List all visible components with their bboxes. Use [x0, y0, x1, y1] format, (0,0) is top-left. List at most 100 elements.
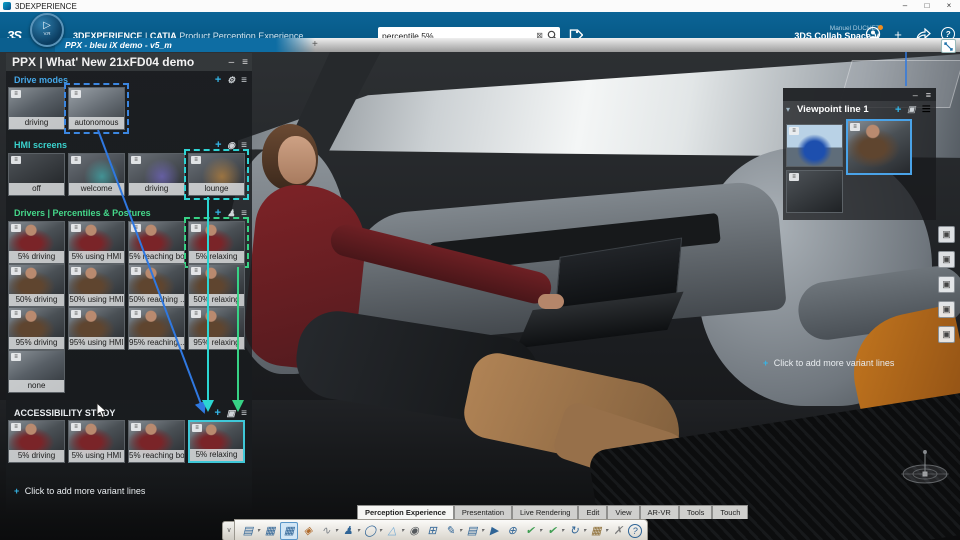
tab-active-document[interactable]: PPX - bleu iX demo - v5_m: [55, 38, 315, 52]
dropdown-caret-icon[interactable]: ▾: [459, 527, 462, 534]
hmi-globe-icon[interactable]: ◉: [227, 139, 235, 152]
add-viewpoint-icon[interactable]: +: [895, 104, 901, 116]
panel-menu-icon[interactable]: ≡: [242, 57, 248, 68]
thumb-handle-icon[interactable]: ≡: [131, 224, 141, 232]
fullscreen-toggle-icon[interactable]: [941, 39, 956, 53]
viewpoint-thumb-driver[interactable]: ≡: [786, 170, 843, 213]
maximize-button[interactable]: □: [916, 0, 938, 12]
tab-ar-vr[interactable]: AR-VR: [639, 505, 679, 519]
camera-icon[interactable]: ▣: [907, 104, 916, 115]
accessibility-menu-icon[interactable]: ≡: [241, 407, 247, 420]
variant-thumb-5-driving[interactable]: ≡ 5% driving: [8, 221, 65, 264]
toolbar-checklist-a[interactable]: ✔ ▾: [522, 523, 543, 539]
dropdown-caret-icon[interactable]: ▾: [335, 527, 338, 534]
thumb-handle-icon[interactable]: ≡: [11, 423, 21, 431]
viewpoint-thumb-interior-selected[interactable]: ≡: [846, 119, 912, 175]
variant-thumb-5-relaxing-selected[interactable]: ≡ 5% relaxing: [184, 217, 249, 268]
variant-thumb-5-using-hmi[interactable]: ≡ 5% using HMI: [68, 221, 125, 264]
toolbar-annotate-pen[interactable]: ✎ ▾: [442, 523, 462, 539]
access-thumb-5-relaxing-selected[interactable]: ≡ 5% relaxing: [188, 420, 245, 463]
toolbar-target-pointer[interactable]: ⊕: [504, 523, 520, 539]
variant-thumb-off[interactable]: ≡ off: [8, 153, 65, 196]
variant-thumb-50-driving[interactable]: ≡ 50% driving: [8, 264, 65, 307]
thumb-handle-icon[interactable]: ≡: [11, 267, 21, 275]
variant-thumb-50-reaching[interactable]: ≡ 50% reaching ...: [128, 264, 185, 307]
toolbar-environment[interactable]: ◯ ▾: [362, 523, 382, 539]
viewport-preset-5[interactable]: ▣: [938, 326, 955, 343]
thumb-handle-icon[interactable]: ≡: [192, 424, 202, 432]
thumb-handle-icon[interactable]: ≡: [71, 267, 81, 275]
tab-perception-experience[interactable]: Perception Experience: [357, 505, 454, 519]
tab-touch[interactable]: Touch: [712, 505, 749, 519]
dropdown-caret-icon[interactable]: ▾: [401, 527, 404, 534]
add-hmi-screen-icon[interactable]: +: [215, 139, 221, 152]
dropdown-caret-icon[interactable]: ▾: [561, 527, 564, 534]
add-driver-icon[interactable]: +: [215, 207, 221, 220]
thumb-handle-icon[interactable]: ≡: [11, 310, 21, 318]
thumb-handle-icon[interactable]: ≡: [71, 310, 81, 318]
add-drive-mode-icon[interactable]: +: [215, 74, 221, 87]
variant-thumb-driving-hmi[interactable]: ≡ driving: [128, 153, 185, 196]
access-thumb-5-using-hmi[interactable]: ≡ 5% using HMI: [68, 420, 125, 463]
close-button[interactable]: ×: [938, 0, 960, 12]
toolbar-storyboard[interactable]: ▤ ▾: [464, 523, 484, 539]
thumb-handle-icon[interactable]: ≡: [71, 156, 81, 164]
toolbar-no-tool[interactable]: ✗: [610, 523, 626, 539]
tab-view[interactable]: View: [607, 505, 640, 519]
robot-navigation-gizmo[interactable]: [893, 448, 957, 496]
thumb-handle-icon[interactable]: ≡: [191, 156, 201, 164]
access-thumb-5-reaching-box[interactable]: ≡ 5% reaching box: [128, 420, 185, 463]
toolbar-section-view[interactable]: △ ▾: [384, 523, 404, 539]
toolbar-posture-play[interactable]: ▶: [486, 523, 502, 539]
thumb-handle-icon[interactable]: ≡: [11, 156, 21, 164]
thumb-handle-icon[interactable]: ≡: [789, 173, 799, 181]
tab-edit[interactable]: Edit: [578, 505, 608, 519]
dropdown-caret-icon[interactable]: ▾: [583, 527, 586, 534]
add-variant-line-right[interactable]: + Click to add more variant lines: [763, 358, 894, 368]
toolbar-grid-view[interactable]: ▦: [280, 521, 299, 540]
toolbar-turntable[interactable]: ◉: [406, 523, 422, 539]
thumb-handle-icon[interactable]: ≡: [131, 310, 141, 318]
toolbar-media-frames[interactable]: ▦ ▾: [588, 523, 608, 539]
snapshot-icon[interactable]: ▣: [227, 407, 236, 420]
thumb-handle-icon[interactable]: ≡: [191, 224, 201, 232]
dropdown-caret-icon[interactable]: ▾: [539, 527, 542, 534]
add-variant-line-left[interactable]: + Click to add more variant lines: [14, 486, 145, 496]
variant-thumb-95-driving[interactable]: ≡ 95% driving: [8, 307, 65, 350]
toolbar-product-structure[interactable]: ◈: [300, 523, 316, 539]
thumb-handle-icon[interactable]: ≡: [131, 156, 141, 164]
viewport-preset-3[interactable]: ▣: [938, 276, 955, 293]
panel-minimize-icon[interactable]: –: [229, 57, 235, 68]
viewport-preset-2[interactable]: ▣: [938, 251, 955, 268]
viewpoint-thumb-exterior-car[interactable]: ≡: [786, 124, 843, 167]
variant-thumb-lounge-selected[interactable]: ≡ lounge: [184, 149, 249, 200]
manikin-icon[interactable]: ♟: [227, 207, 235, 220]
viewpoint-menu-icon[interactable]: ≡: [922, 101, 931, 119]
toolbar-variant-manager[interactable]: ▤ ▾: [240, 523, 260, 539]
tab-presentation[interactable]: Presentation: [453, 505, 512, 519]
drivers-menu-icon[interactable]: ≡: [241, 207, 247, 220]
drive-tools-icon[interactable]: ⚙: [227, 74, 235, 87]
toolbar-add-document[interactable]: ⊞: [424, 523, 440, 539]
thumb-handle-icon[interactable]: ≡: [850, 123, 860, 131]
dropdown-caret-icon[interactable]: ▾: [257, 527, 260, 534]
toolbar-single-view[interactable]: ▦: [262, 523, 278, 539]
thumb-handle-icon[interactable]: ≡: [191, 310, 201, 318]
thumb-handle-icon[interactable]: ≡: [11, 224, 21, 232]
dropdown-caret-icon[interactable]: ▾: [481, 527, 484, 534]
hmi-menu-icon[interactable]: ≡: [241, 139, 247, 152]
thumb-handle-icon[interactable]: ≡: [11, 90, 21, 98]
viewport-preset-1[interactable]: ▣: [938, 226, 955, 243]
variant-thumb-50-using-hmi[interactable]: ≡ 50% using HMI: [68, 264, 125, 307]
variant-thumb-welcome[interactable]: ≡ welcome: [68, 153, 125, 196]
thumb-handle-icon[interactable]: ≡: [71, 224, 81, 232]
variant-thumb-autonomous-selected[interactable]: ≡ autonomous: [64, 83, 129, 134]
toolbar-help[interactable]: ?: [628, 523, 643, 538]
variant-thumb-none[interactable]: ≡ none: [8, 350, 65, 393]
toolbar-surface-flow[interactable]: ∿ ▾: [318, 523, 338, 539]
thumb-handle-icon[interactable]: ≡: [789, 127, 799, 135]
thumb-handle-icon[interactable]: ≡: [71, 90, 81, 98]
access-thumb-5-driving[interactable]: ≡ 5% driving: [8, 420, 65, 463]
dropdown-caret-icon[interactable]: ▾: [357, 527, 360, 534]
thumb-handle-icon[interactable]: ≡: [131, 267, 141, 275]
